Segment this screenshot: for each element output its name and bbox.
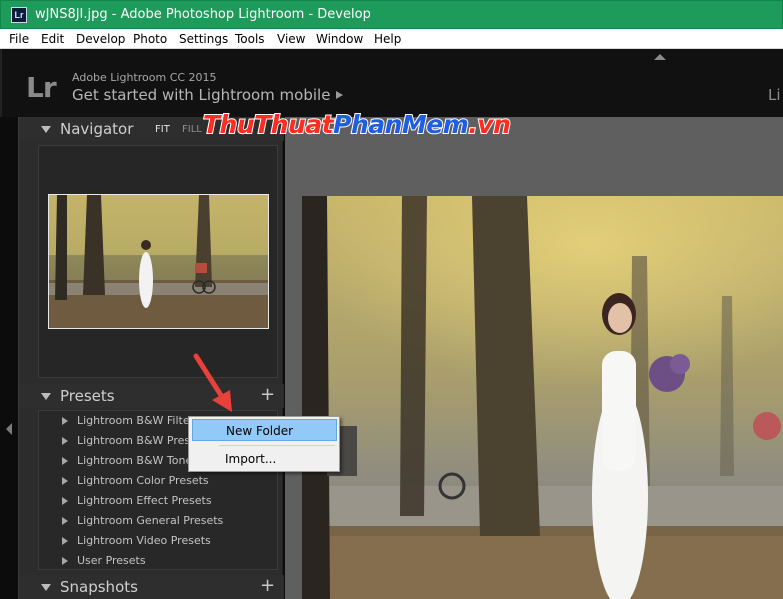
menu-view[interactable]: View xyxy=(277,32,305,46)
presets-context-menu: New Folder Import... xyxy=(188,416,340,472)
photo-preview[interactable] xyxy=(302,196,783,599)
preset-folder-label: Lightroom B&W Prese xyxy=(77,434,197,447)
preset-folder-item[interactable]: User Presets xyxy=(39,551,277,571)
image-canvas[interactable] xyxy=(285,117,783,599)
expand-triangle-icon[interactable] xyxy=(62,517,68,525)
watermark-part-3: .vn xyxy=(467,109,512,140)
menu-window[interactable]: Window xyxy=(316,32,363,46)
snapshots-title: Snapshots xyxy=(60,578,138,596)
play-arrow-icon[interactable] xyxy=(336,91,343,99)
window-titlebar: Lr wJNS8JI.jpg - Adobe Photoshop Lightro… xyxy=(0,0,783,29)
module-picker-partial[interactable]: Li xyxy=(768,86,781,104)
expand-triangle-icon[interactable] xyxy=(62,457,68,465)
preset-folder-label: Lightroom Video Presets xyxy=(77,534,211,547)
new-folder-label: New Folder xyxy=(226,424,294,438)
photo-image xyxy=(302,196,783,599)
preset-folder-item[interactable]: Lightroom Color Presets xyxy=(39,471,277,491)
menu-settings[interactable]: Settings xyxy=(179,32,228,46)
collapse-top-panel-icon[interactable] xyxy=(654,54,666,60)
navigator-title: Navigator xyxy=(60,120,134,138)
navigator-preview[interactable] xyxy=(38,145,278,378)
snapshots-header[interactable]: Snapshots + xyxy=(19,575,284,599)
new-folder-menu-item[interactable]: New Folder xyxy=(192,419,337,441)
mobile-prompt-link[interactable]: Get started with Lightroom mobile xyxy=(72,86,330,104)
window-title: wJNS8JI.jpg - Adobe Photoshop Lightroom … xyxy=(35,7,371,22)
preset-folder-label: Lightroom Effect Presets xyxy=(77,494,212,507)
add-preset-icon[interactable]: + xyxy=(260,384,275,405)
expand-triangle-icon[interactable] xyxy=(62,417,68,425)
navigator-fit-option[interactable]: FIT xyxy=(155,124,170,135)
identity-plate: Lr Adobe Lightroom CC 2015 Get started w… xyxy=(0,49,783,117)
collapse-triangle-icon[interactable] xyxy=(41,126,51,133)
expand-triangle-icon[interactable] xyxy=(62,437,68,445)
lightroom-app-icon[interactable]: Lr xyxy=(11,7,27,23)
menu-edit[interactable]: Edit xyxy=(41,32,64,46)
collapse-left-panel-icon[interactable] xyxy=(6,423,12,435)
menu-develop[interactable]: Develop xyxy=(76,32,125,46)
lightroom-version: Adobe Lightroom CC 2015 xyxy=(72,71,217,84)
add-snapshot-icon[interactable]: + xyxy=(260,575,275,596)
expand-triangle-icon[interactable] xyxy=(62,537,68,545)
expand-triangle-icon[interactable] xyxy=(62,497,68,505)
navigator-fill-option[interactable]: FILL xyxy=(182,124,202,135)
preset-folder-label: Lightroom B&W Filter xyxy=(77,414,195,427)
watermark-part-2: PhanMem xyxy=(332,109,470,140)
menubar: File Edit Develop Photo Settings Tools V… xyxy=(0,29,783,49)
preset-folder-item[interactable]: Lightroom Effect Presets xyxy=(39,491,277,511)
preset-folder-label: Lightroom General Presets xyxy=(77,514,224,527)
preset-folder-label: Lightroom B&W Tone xyxy=(77,454,193,467)
menu-separator xyxy=(219,445,335,446)
presets-title: Presets xyxy=(60,387,115,405)
preset-folder-item[interactable]: Lightroom Video Presets xyxy=(39,531,277,551)
lightroom-logo: Lr xyxy=(26,71,57,104)
preset-folder-label: User Presets xyxy=(77,554,146,567)
import-menu-item[interactable]: Import... xyxy=(192,448,337,470)
menu-photo[interactable]: Photo xyxy=(133,32,167,46)
collapse-triangle-icon[interactable] xyxy=(41,584,51,591)
menu-file[interactable]: File xyxy=(9,32,29,46)
preset-folder-item[interactable]: Lightroom General Presets xyxy=(39,511,277,531)
preset-folder-label: Lightroom Color Presets xyxy=(77,474,209,487)
import-label: Import... xyxy=(225,452,277,466)
collapse-triangle-icon[interactable] xyxy=(41,393,51,400)
menu-tools[interactable]: Tools xyxy=(235,32,265,46)
annotation-arrow-icon xyxy=(193,353,232,412)
site-watermark: ThuThuatPhanMem.vn xyxy=(202,109,512,140)
watermark-part-1: ThuThuat xyxy=(202,109,335,140)
menu-help[interactable]: Help xyxy=(374,32,401,46)
expand-triangle-icon[interactable] xyxy=(62,557,68,565)
navigator-thumbnail[interactable] xyxy=(48,194,269,329)
thumbnail-image xyxy=(49,195,268,328)
expand-triangle-icon[interactable] xyxy=(62,477,68,485)
